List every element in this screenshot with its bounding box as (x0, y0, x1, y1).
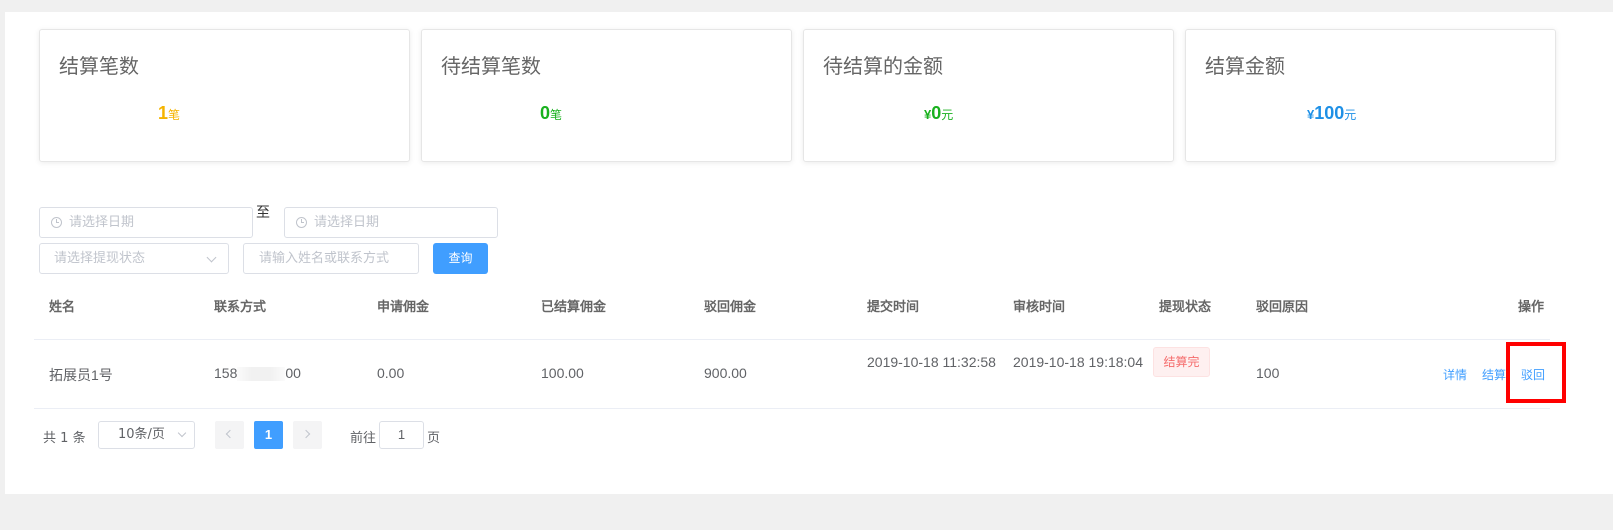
end-date-placeholder: 请选择日期 (314, 215, 380, 230)
card-pending-amount: 待结算的金额 ¥0元 (803, 29, 1174, 162)
value-unit: 元 (941, 108, 954, 122)
goto-page-input[interactable]: 1 (379, 421, 424, 449)
cell-reason: 100 (1256, 365, 1280, 381)
date-range-separator: 至 (256, 205, 270, 221)
card-pending-count: 待结算笔数 0笔 (421, 29, 792, 162)
card-value: ¥100元 (1307, 103, 1356, 124)
status-placeholder: 请选择提现状态 (54, 251, 146, 266)
header-reason: 驳回原因 (1256, 300, 1309, 315)
header-divider (34, 339, 1550, 340)
header-settled: 已结算佣金 (541, 300, 607, 315)
detail-link[interactable]: 详情 (1443, 366, 1467, 383)
value-number: 0 (540, 103, 551, 123)
card-value: 1笔 (158, 103, 180, 124)
header-status: 提现状态 (1159, 300, 1212, 315)
goto-label: 前往 (350, 431, 377, 446)
header-rejected: 驳回佣金 (704, 300, 757, 315)
total-count: 1 (60, 431, 69, 446)
chevron-down-icon (177, 428, 187, 438)
phone-prefix: 158 (214, 365, 238, 381)
value-unit: 元 (1344, 108, 1357, 122)
phone-masked-area (237, 367, 286, 382)
page-number-1[interactable]: 1 (254, 421, 283, 449)
header-submit-time: 提交时间 (867, 300, 920, 315)
start-date-input[interactable]: 请选择日期 (39, 207, 253, 238)
settle-link[interactable]: 结算 (1482, 366, 1506, 383)
page-size-select[interactable]: 10条/页 (98, 421, 195, 449)
card-settled-amount: 结算金额 ¥100元 (1185, 29, 1556, 162)
value-number: 0 (931, 103, 942, 123)
card-title: 结算笔数 (59, 54, 139, 78)
card-title: 待结算笔数 (441, 54, 541, 78)
status-badge: 结算完 (1153, 347, 1210, 377)
end-date-input[interactable]: 请选择日期 (284, 207, 498, 238)
total-prefix: 共 (43, 431, 57, 446)
card-value: ¥0元 (924, 103, 953, 124)
phone-suffix: 00 (285, 365, 301, 381)
keyword-input[interactable]: 请输入姓名或联系方式 (243, 243, 419, 274)
highlight-box (1506, 342, 1566, 403)
value-unit: 笔 (168, 108, 181, 122)
start-date-placeholder: 请选择日期 (69, 215, 135, 230)
card-title: 待结算的金额 (823, 54, 943, 78)
cell-rejected: 900.00 (704, 365, 747, 381)
status-select[interactable]: 请选择提现状态 (39, 243, 229, 274)
value-number: 1 (158, 103, 169, 123)
header-phone: 联系方式 (214, 300, 267, 315)
card-settled-count: 结算笔数 1笔 (39, 29, 410, 162)
row-divider (34, 408, 1550, 409)
value-number: 100 (1314, 103, 1345, 123)
header-name: 姓名 (49, 300, 76, 315)
card-title: 结算金额 (1205, 54, 1285, 78)
pagination-total: 共 1 条 (43, 427, 86, 446)
keyword-placeholder: 请输入姓名或联系方式 (259, 251, 390, 266)
cell-applied: 0.00 (377, 365, 405, 381)
clock-icon (51, 217, 62, 228)
clock-icon (296, 217, 307, 228)
prev-page-button[interactable] (215, 421, 244, 449)
header-applied: 申请佣金 (377, 300, 430, 315)
chevron-left-icon (225, 429, 235, 439)
value-unit: 笔 (550, 108, 563, 122)
query-button[interactable]: 查询 (433, 243, 488, 274)
cell-submit-time: 2019-10-18 11:32:58 (867, 354, 996, 370)
chevron-right-icon (301, 429, 311, 439)
cell-name: 拓展员1号 (49, 367, 113, 383)
card-value: 0笔 (540, 103, 562, 124)
header-review-time: 审核时间 (1013, 300, 1066, 315)
cell-settled: 100.00 (541, 365, 584, 381)
total-suffix: 条 (72, 431, 86, 446)
header-actions: 操作 (1518, 300, 1545, 315)
page-suffix: 页 (427, 431, 441, 446)
page-size-value: 10条/页 (118, 427, 165, 442)
cell-phone: 158 00 (214, 365, 301, 382)
chevron-down-icon (206, 252, 217, 263)
next-page-button[interactable] (293, 421, 322, 449)
cell-review-time: 2019-10-18 19:18:04 (1013, 354, 1143, 370)
